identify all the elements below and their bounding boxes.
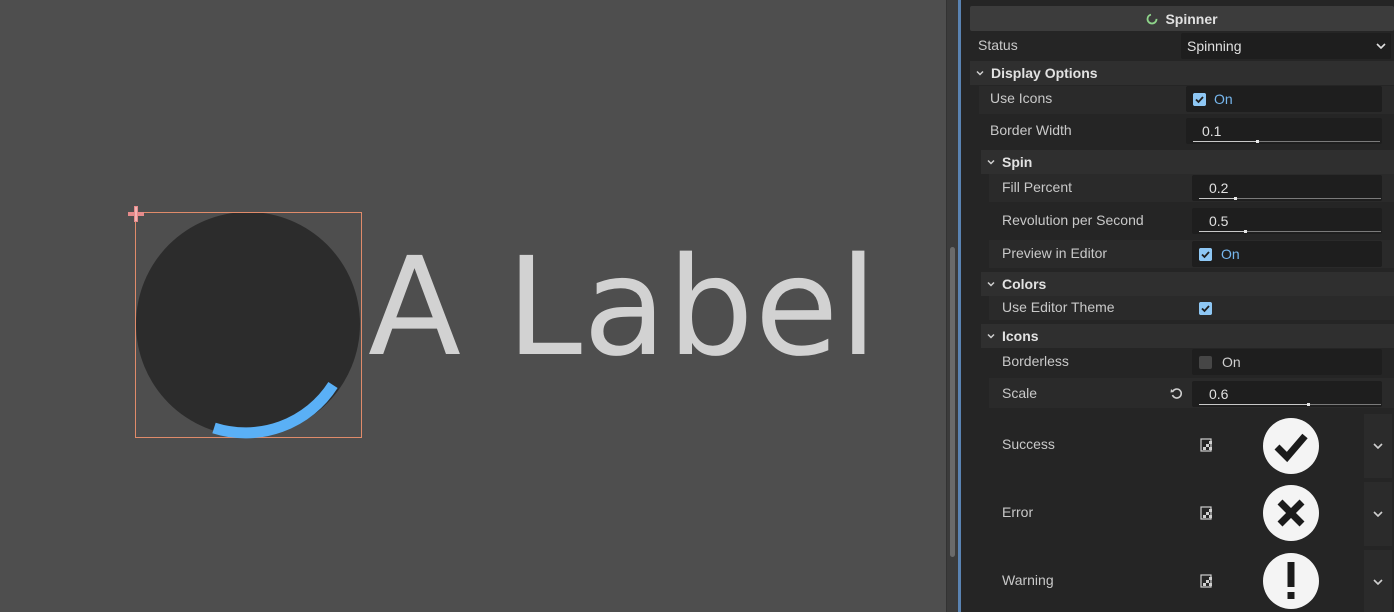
- use-icons-label: Use Icons: [990, 90, 1053, 106]
- canvas-label-text[interactable]: A Label: [368, 240, 878, 376]
- chevron-down-icon: [987, 281, 995, 287]
- section-spin-label: Spin: [1002, 154, 1033, 170]
- use-icons-toggle[interactable]: On: [1186, 86, 1382, 112]
- revolution-per-second-label: Revolution per Second: [1002, 212, 1144, 228]
- success-texture-preview[interactable]: [1263, 418, 1319, 474]
- section-colors-label: Colors: [1002, 276, 1047, 292]
- x-icon: [1277, 499, 1305, 527]
- chevron-down-icon: [1376, 43, 1386, 49]
- scrollbar-thumb[interactable]: [950, 247, 955, 557]
- slider-fill: [1199, 198, 1235, 199]
- texture-icon: [1200, 574, 1212, 588]
- error-dropdown[interactable]: [1364, 482, 1392, 546]
- section-icons-label: Icons: [1002, 328, 1039, 344]
- spinner-node-selection[interactable]: [135, 212, 362, 439]
- fill-percent-value: 0.2: [1209, 180, 1229, 196]
- checkmark-icon: [1274, 433, 1308, 463]
- section-spin[interactable]: Spin: [981, 150, 1394, 174]
- slider-fill: [1193, 141, 1257, 142]
- section-display-options-label: Display Options: [991, 65, 1098, 81]
- chevron-down-icon: [1373, 579, 1383, 585]
- section-icons[interactable]: Icons: [981, 324, 1394, 348]
- status-dropdown[interactable]: Spinning: [1181, 33, 1391, 59]
- chevron-down-icon: [976, 70, 984, 76]
- chevron-down-icon: [987, 333, 995, 339]
- status-label: Status: [978, 37, 1018, 53]
- border-width-slider[interactable]: 0.1: [1186, 118, 1382, 144]
- fill-percent-label: Fill Percent: [1002, 179, 1073, 195]
- checkbox-checked-icon: [1193, 93, 1206, 106]
- chevron-down-icon: [1373, 443, 1383, 449]
- warning-dropdown[interactable]: [1364, 550, 1392, 612]
- chevron-down-icon: [987, 159, 995, 165]
- exclamation-icon: [1287, 562, 1295, 599]
- success-label: Success: [1002, 436, 1055, 452]
- slider-grabber[interactable]: [1244, 230, 1247, 233]
- slider-grabber[interactable]: [1234, 197, 1237, 200]
- scale-value: 0.6: [1209, 386, 1229, 402]
- error-texture-preview[interactable]: [1263, 485, 1319, 541]
- preview-in-editor-state: On: [1221, 246, 1240, 262]
- node-origin-handle[interactable]: [128, 206, 144, 222]
- use-editor-theme-label: Use Editor Theme: [1002, 299, 1115, 315]
- checkbox-unchecked-icon: [1199, 356, 1212, 369]
- viewport-scrollbar[interactable]: [946, 0, 958, 612]
- warning-label: Warning: [1002, 572, 1054, 588]
- success-dropdown[interactable]: [1364, 414, 1392, 478]
- texture-icon: [1200, 506, 1212, 520]
- warning-texture-preview[interactable]: [1263, 553, 1319, 609]
- border-width-value: 0.1: [1202, 123, 1222, 139]
- preview-in-editor-label: Preview in Editor: [1002, 245, 1108, 261]
- slider-fill: [1199, 231, 1245, 232]
- spinner-icon: [1147, 13, 1158, 24]
- scale-slider[interactable]: 0.6: [1192, 381, 1382, 407]
- inspector-header: Spinner: [970, 6, 1394, 31]
- slider-fill: [1199, 404, 1308, 405]
- status-value: Spinning: [1187, 38, 1242, 54]
- texture-icon: [1200, 438, 1212, 452]
- fill-percent-slider[interactable]: 0.2: [1192, 175, 1382, 201]
- error-label: Error: [1002, 504, 1034, 520]
- border-width-label: Border Width: [990, 122, 1072, 138]
- editor-viewport[interactable]: A Label: [0, 0, 946, 612]
- chevron-down-icon: [1373, 511, 1383, 517]
- borderless-toggle[interactable]: On: [1192, 349, 1382, 375]
- preview-in-editor-toggle[interactable]: On: [1192, 241, 1382, 267]
- borderless-state: On: [1222, 354, 1241, 370]
- section-display-options[interactable]: Display Options: [970, 61, 1394, 85]
- inspector-title: Spinner: [1165, 10, 1218, 27]
- borderless-label: Borderless: [1002, 353, 1069, 369]
- reset-icon[interactable]: [1170, 387, 1183, 400]
- use-editor-theme-checkbox[interactable]: [1199, 302, 1212, 315]
- revolution-per-second-value: 0.5: [1209, 213, 1229, 229]
- checkbox-checked-icon: [1199, 248, 1212, 261]
- spinner-circle: [136, 213, 360, 439]
- slider-grabber[interactable]: [1256, 140, 1259, 143]
- slider-grabber[interactable]: [1307, 403, 1310, 406]
- revolution-per-second-slider[interactable]: 0.5: [1192, 208, 1382, 234]
- section-colors[interactable]: Colors: [981, 272, 1394, 296]
- scale-label: Scale: [1002, 385, 1038, 401]
- use-icons-state: On: [1214, 91, 1233, 107]
- inspector-panel: Spinner Status Spinning Display Options …: [961, 0, 1394, 612]
